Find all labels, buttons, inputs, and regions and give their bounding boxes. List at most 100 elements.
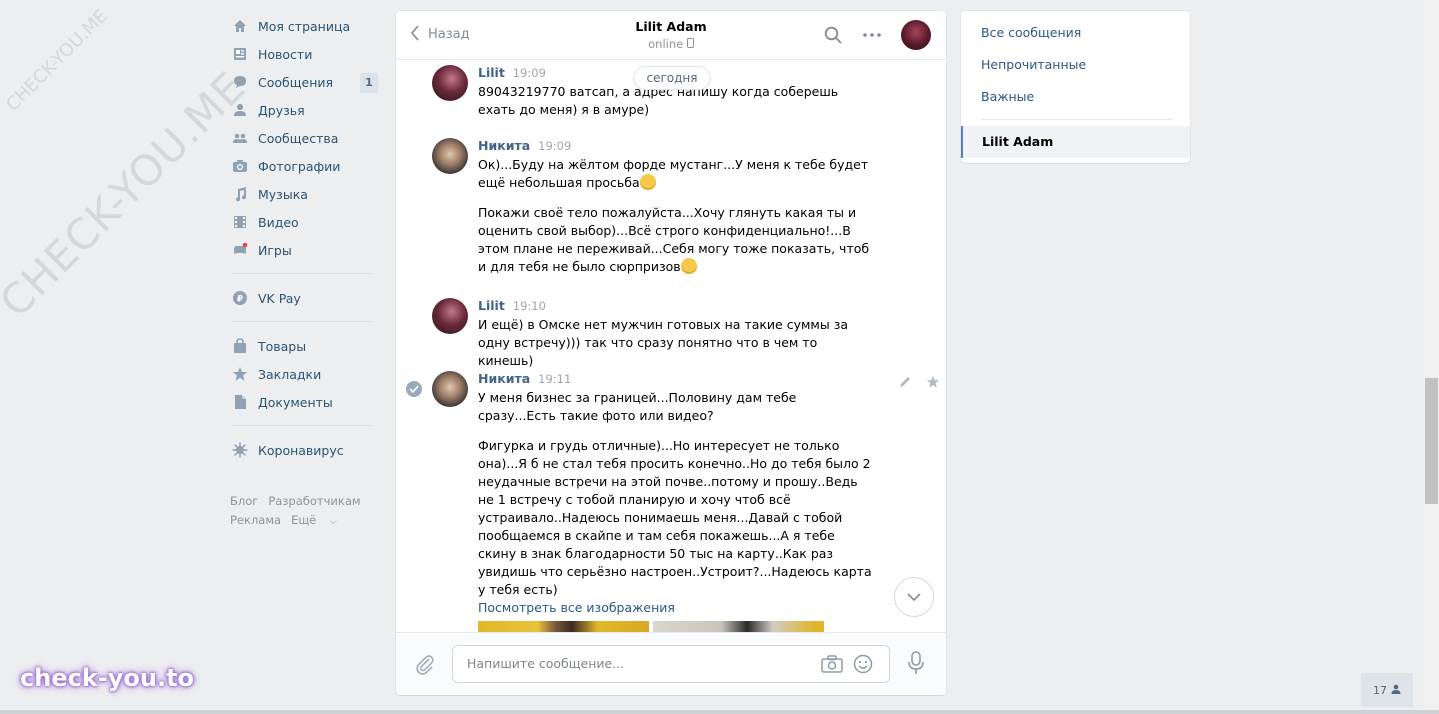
nav-item-documents[interactable]: Документы <box>228 388 378 416</box>
nav-item-vkpay[interactable]: ₽ VK Pay <box>228 284 378 312</box>
avatar[interactable] <box>432 65 468 101</box>
day-separator: сегодня <box>633 66 711 90</box>
page-scrollbar-thumb[interactable] <box>1425 378 1438 504</box>
nav-divider <box>232 273 372 274</box>
nav-label: Фотографии <box>258 158 341 174</box>
message-input[interactable] <box>465 655 809 672</box>
edit-icon[interactable] <box>898 375 912 392</box>
message-input-box[interactable] <box>452 645 890 683</box>
microphone-icon[interactable] <box>908 651 924 678</box>
friends-icon <box>232 102 248 118</box>
message-text: У меня бизнес за границей...Половину дам… <box>478 390 797 423</box>
document-icon <box>232 394 248 410</box>
message-author[interactable]: Никита <box>478 371 530 386</box>
games-icon <box>232 242 248 258</box>
message-text: Покажи своё тело пожалуйста...Хочу гляну… <box>478 204 872 276</box>
nav-label: Сообщества <box>258 130 339 146</box>
person-icon <box>1391 684 1401 697</box>
check-icon[interactable] <box>406 381 422 397</box>
message-author[interactable]: Lilit <box>478 298 505 313</box>
smile-icon[interactable] <box>853 654 873 677</box>
mobile-icon <box>686 37 694 51</box>
nav-item-video[interactable]: Видео <box>228 208 378 236</box>
svg-text:₽: ₽ <box>237 295 243 305</box>
watermark-diagonal: CHECK-YOU.ME <box>0 62 256 327</box>
filter-important[interactable]: Важные <box>961 81 1190 113</box>
watermark-bottom: check-you.to <box>20 664 195 692</box>
favorite-star-icon[interactable] <box>926 375 940 392</box>
messages-count-badge: 1 <box>360 73 378 93</box>
nav-item-coronavirus[interactable]: Коронавирус <box>228 436 378 464</box>
message-text: Ок)...Буду на жёлтом форде мустанг...У м… <box>478 156 872 192</box>
conversation-filter-panel: Все сообщения Непрочитанные Важные Lilit… <box>961 11 1190 163</box>
nav-item-friends[interactable]: Друзья <box>228 96 378 124</box>
active-conversation[interactable]: Lilit Adam <box>961 126 1190 158</box>
message-composer <box>396 632 946 695</box>
nav-divider <box>232 425 372 426</box>
camera-icon <box>232 158 248 174</box>
vkpay-icon: ₽ <box>232 290 248 306</box>
more-icon[interactable] <box>862 26 882 47</box>
footer-link-blog[interactable]: Блог <box>230 494 258 508</box>
virus-icon <box>232 442 248 458</box>
view-all-images-link[interactable]: Посмотреть все изображения <box>478 599 872 617</box>
message-item: Lilit 19:10 И ещё) в Омске нет мужчин гот… <box>432 298 872 370</box>
camera-icon[interactable] <box>821 655 843 676</box>
peer-avatar[interactable] <box>901 20 931 50</box>
news-icon <box>232 46 248 62</box>
nav-label: Сообщения <box>258 74 334 90</box>
video-icon <box>232 214 248 230</box>
message-feed: Lilit 19:09 89043219770 ватсап, а адрес н… <box>396 60 946 633</box>
chat-header: Назад Lilit Adam online <box>396 11 946 60</box>
groups-icon <box>232 130 248 146</box>
nav-item-games[interactable]: Игры <box>228 236 378 264</box>
filter-all-messages[interactable]: Все сообщения <box>961 17 1190 49</box>
emoji-icon <box>639 174 656 190</box>
nav-item-photos[interactable]: Фотографии <box>228 152 378 180</box>
message-author[interactable]: Lilit <box>478 65 505 80</box>
avatar[interactable] <box>432 371 468 407</box>
nav-label: Коронавирус <box>258 442 344 458</box>
nav-item-market[interactable]: Товары <box>228 332 378 360</box>
message-item: Никита 19:11 У меня бизнес за границей...… <box>406 371 939 633</box>
nav-item-my-page[interactable]: Моя страница <box>228 12 378 40</box>
peer-status-text: online <box>648 37 684 51</box>
nav-footer: Блог Разработчикам Реклама Ещё ⌵ <box>228 492 378 532</box>
bottom-strip <box>0 710 1439 714</box>
avatar[interactable] <box>432 298 468 334</box>
attach-icon[interactable] <box>414 653 436 678</box>
nav-label: Музыка <box>258 186 308 202</box>
message-time: 19:10 <box>512 299 546 313</box>
nav-divider <box>232 321 372 322</box>
left-nav: Моя страница Новости Сообщения 1 Друзья … <box>228 12 378 532</box>
footer-link-ads[interactable]: Реклама <box>230 513 281 527</box>
page-scrollbar[interactable] <box>1424 0 1439 714</box>
avatar[interactable] <box>432 138 468 174</box>
nav-item-groups[interactable]: Сообщества <box>228 124 378 152</box>
panel-divider <box>981 119 1173 120</box>
nav-label: Закладки <box>258 366 322 382</box>
message-author[interactable]: Никита <box>478 138 530 153</box>
message-time: 19:09 <box>512 66 546 80</box>
footer-link-more[interactable]: Ещё ⌵ <box>291 513 347 527</box>
chevron-down-icon: ⌵ <box>329 517 337 527</box>
nav-label: Игры <box>258 242 292 258</box>
nav-item-music[interactable]: Музыка <box>228 180 378 208</box>
message-time: 19:09 <box>538 139 572 153</box>
message-text: И ещё) в Омске нет мужчин готовых на так… <box>478 317 849 368</box>
nav-label: Товары <box>258 338 307 354</box>
star-icon <box>232 366 248 382</box>
nav-item-bookmarks[interactable]: Закладки <box>228 360 378 388</box>
online-friends-badge[interactable]: 17 <box>1361 673 1413 707</box>
watermark-small: CHECK-YOU.ME <box>2 5 113 116</box>
online-friends-count: 17 <box>1373 683 1387 697</box>
emoji-icon <box>680 258 697 274</box>
filter-unread[interactable]: Непрочитанные <box>961 49 1190 81</box>
nav-label: VK Pay <box>258 290 301 306</box>
nav-label: Видео <box>258 214 299 230</box>
footer-link-developers[interactable]: Разработчикам <box>268 494 360 508</box>
search-icon[interactable] <box>824 26 842 47</box>
nav-item-news[interactable]: Новости <box>228 40 378 68</box>
nav-item-messages[interactable]: Сообщения 1 <box>228 68 378 96</box>
scroll-down-button[interactable] <box>894 577 934 617</box>
